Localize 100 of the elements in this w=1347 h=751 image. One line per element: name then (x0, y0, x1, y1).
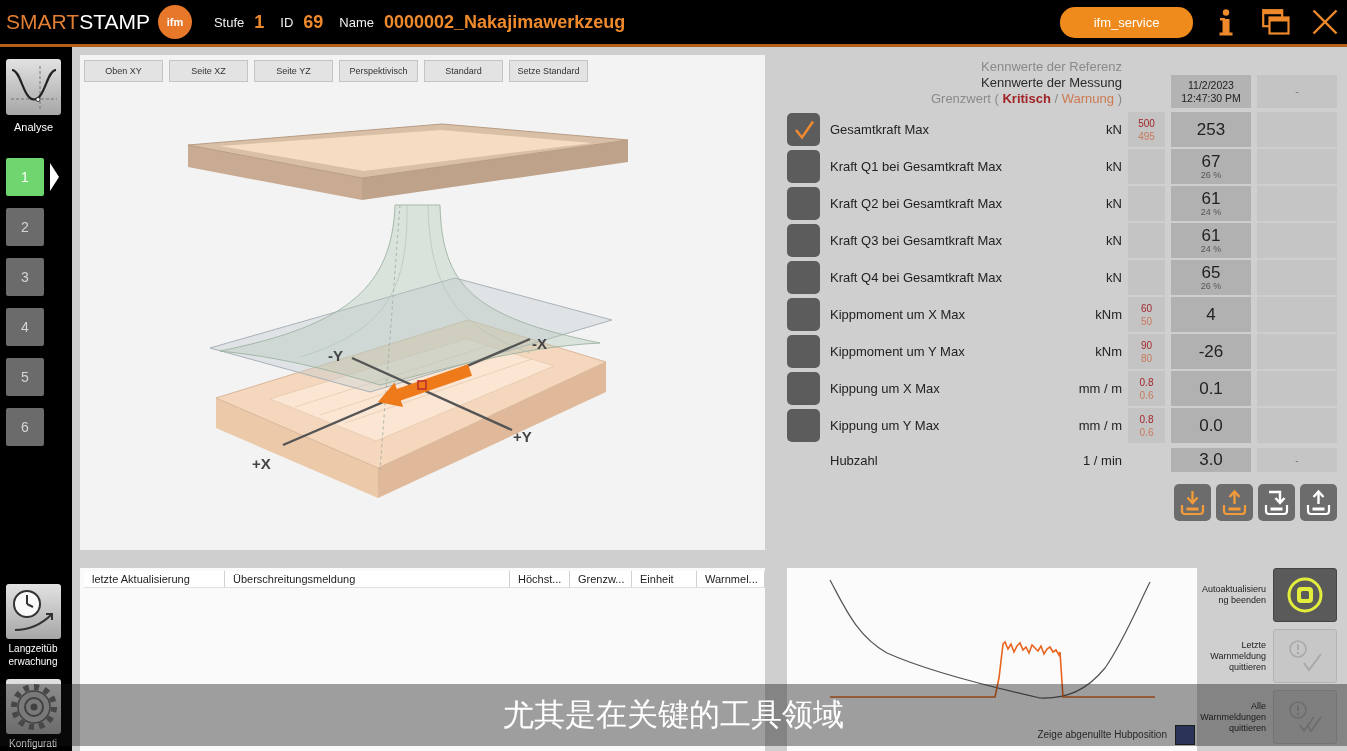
tray-arrow-icon (1221, 489, 1248, 516)
row-label: Hubzahl (829, 452, 879, 468)
nav-label: Konfigurati (8, 737, 58, 750)
logo-badge: ifm (157, 5, 192, 39)
unit-label: kN (1105, 233, 1122, 248)
row-label: Kippung um Y Max (829, 418, 941, 433)
checkbox[interactable] (787, 409, 820, 442)
row-label: Kippmoment um X Max (829, 307, 967, 322)
field-label: ID (280, 14, 294, 30)
unit-label: kNm (1094, 307, 1122, 322)
checkbox[interactable] (1175, 724, 1195, 745)
monitoring-button[interactable] (6, 584, 61, 639)
unit-label: mm / m (1077, 381, 1122, 396)
measured-value: 4 (1206, 305, 1216, 324)
column-header[interactable]: letzte Aktualisierung (84, 571, 225, 588)
row-label: Kraft Q3 bei Gesamtkraft Max (829, 233, 1003, 248)
measured-value: 3.0 (1199, 451, 1223, 469)
measurement-legend: Kennwerte der Messung (981, 75, 1122, 91)
measurement-time: 12:47:30 PM (1181, 91, 1241, 105)
view-button[interactable]: Seite XZ (169, 60, 248, 82)
row-label: Kraft Q2 bei Gesamtkraft Max (829, 196, 1003, 211)
column-header[interactable]: Grenzw... (570, 571, 632, 588)
unit-label: mm / m (1077, 418, 1122, 433)
stop-icon (1286, 576, 1324, 614)
view-button[interactable]: Setze Standard (509, 60, 588, 82)
view-button[interactable]: Perspektivisch (339, 60, 418, 82)
view-button[interactable]: Seite YZ (254, 60, 333, 82)
step-button[interactable]: 6 (6, 408, 44, 446)
axis-label: +Y (513, 428, 532, 445)
app-logo-text: SMARTSTAMP (6, 10, 150, 34)
limit-legend: Grenzwert ( Kritisch / Warnung ) (930, 91, 1122, 107)
warning-limit: 0.6 (1139, 425, 1154, 439)
row-label: Kippmoment um Y Max (829, 344, 966, 359)
pointer-icon (50, 163, 59, 191)
measured-value: 0.0 (1199, 416, 1223, 435)
field-value: 1 (254, 11, 265, 33)
checkbox-label: Zeige abgenullte Hubposition (1037, 729, 1167, 740)
tray-arrow-icon (1305, 489, 1332, 516)
warning-limit: 495 (1138, 129, 1155, 143)
view-button[interactable]: Oben XY (84, 60, 163, 82)
tray-action-button[interactable] (1174, 484, 1211, 521)
field-label: Stufe (213, 14, 245, 30)
row-label: Gesamtkraft Max (829, 122, 930, 137)
column-header[interactable]: Höchst... (510, 571, 570, 588)
column-header[interactable]: Warnmel... (697, 571, 765, 588)
window-restore-icon[interactable] (1262, 9, 1290, 35)
column-header[interactable]: Überschreitungsmeldung (225, 571, 510, 588)
checkbox[interactable] (787, 335, 820, 368)
measured-value: 253 (1196, 120, 1226, 139)
analysis-button[interactable] (6, 59, 61, 115)
nav-label: Langzeitüberwachung (7, 642, 59, 668)
subtitle-text: 尤其是在关键的工具领域 (503, 695, 844, 734)
unit-label: kN (1105, 196, 1122, 211)
close-icon[interactable] (1312, 9, 1338, 35)
step-button[interactable]: 3 (6, 258, 44, 296)
reference-value: - (1295, 454, 1299, 466)
measured-value: 0.1 (1199, 379, 1223, 398)
warning-limit: 0.6 (1139, 388, 1154, 402)
unit-label: kN (1105, 122, 1122, 137)
checkbox[interactable] (787, 187, 820, 220)
unit-label: kN (1105, 159, 1122, 174)
step-button[interactable]: 4 (6, 308, 44, 346)
step-button[interactable]: 2 (6, 208, 44, 246)
field-value: 0000002_Nakajimawerkzeug (384, 11, 626, 33)
check-icon (792, 118, 815, 141)
column-header[interactable]: Einheit (632, 571, 697, 588)
tray-action-button[interactable] (1216, 484, 1253, 521)
share-value: 24 % (1200, 245, 1222, 254)
info-icon[interactable] (1218, 8, 1234, 36)
share-value: 24 % (1200, 208, 1222, 217)
step-button[interactable]: 5 (6, 358, 44, 396)
reference-legend: Kennwerte der Referenz (981, 59, 1122, 75)
field-label: Name (339, 14, 374, 30)
checkbox[interactable] (787, 113, 820, 146)
command-label: Autoaktualisierung beenden (1200, 584, 1266, 606)
unit-label: kNm (1094, 344, 1122, 359)
share-value: 26 % (1200, 171, 1222, 180)
measured-value: 67 (1201, 153, 1221, 171)
checkbox[interactable] (787, 224, 820, 257)
tray-action-button[interactable] (1258, 484, 1295, 521)
axis-label: +X (252, 455, 271, 472)
checkbox[interactable] (787, 261, 820, 294)
nav-label: Analyse (12, 121, 55, 133)
settings-button[interactable] (6, 679, 61, 734)
tray-arrow-icon (1179, 489, 1206, 516)
measured-value: 61 (1201, 227, 1221, 245)
checkbox[interactable] (787, 150, 820, 183)
command-button[interactable] (1273, 568, 1337, 622)
checkbox[interactable] (787, 372, 820, 405)
gear-icon (9, 682, 58, 731)
view-button[interactable]: Standard (424, 60, 503, 82)
checkbox[interactable] (787, 298, 820, 331)
command-label: Letzte Warnmeldung quittieren (1209, 639, 1266, 673)
measured-value: 65 (1201, 264, 1221, 282)
critical-limit: 90 (1140, 338, 1153, 352)
warning-limit: 50 (1140, 314, 1153, 328)
critical-limit: 500 (1138, 116, 1155, 130)
unit-label: kN (1105, 270, 1122, 285)
tray-action-button[interactable] (1300, 484, 1337, 521)
measured-value: -26 (1198, 342, 1224, 361)
